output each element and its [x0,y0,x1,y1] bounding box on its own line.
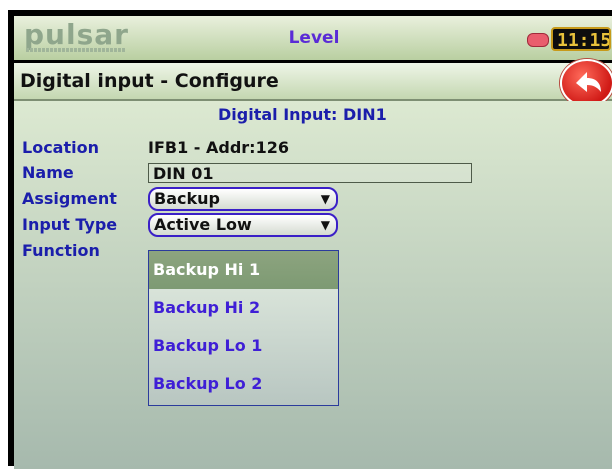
input-type-value: Active Low [154,215,252,234]
page-title: Digital input - Configure [20,70,279,92]
top-bar-title: Level [288,28,340,48]
top-bar: pulsar Level 11:15 [14,16,612,60]
assignment-select[interactable]: Backup ▼ [148,187,338,211]
config-panel: Digital Input: DIN1 Location IFB1 - Addr… [14,101,612,469]
function-option[interactable]: Backup Lo 1 [149,327,338,365]
clock-display: 11:15 [551,27,611,51]
location-label: Location [22,138,99,157]
function-option[interactable]: Backup Hi 2 [149,289,338,327]
assignment-value: Backup [154,189,220,208]
location-value: IFB1 - Addr:126 [148,138,289,157]
assignment-label: Assigment [22,189,117,208]
function-option[interactable]: Backup Lo 2 [149,365,338,403]
function-option[interactable]: Backup Hi 1 [149,251,338,289]
logo-tagline [26,48,126,52]
chevron-down-icon: ▼ [320,218,330,232]
name-field[interactable]: DIN 01 [148,163,472,183]
page-header: Digital input - Configure [14,59,612,107]
back-arrow-icon [576,72,601,92]
back-button[interactable] [560,59,612,107]
logo-text: pulsar [24,18,129,51]
section-title: Digital Input: DIN1 [218,105,387,124]
function-dropdown-list[interactable]: Backup Hi 1 Backup Hi 2 Backup Lo 1 Back… [148,250,339,406]
pulsar-logo: pulsar [24,18,129,54]
input-type-label: Input Type [22,215,118,234]
status-led-icon [527,33,549,47]
input-type-select[interactable]: Active Low ▼ [148,213,338,237]
function-label: Function [22,241,100,260]
device-screen: pulsar Level 11:15 Digital input - Confi… [8,10,612,469]
chevron-down-icon: ▼ [320,192,330,206]
name-label: Name [22,163,74,182]
